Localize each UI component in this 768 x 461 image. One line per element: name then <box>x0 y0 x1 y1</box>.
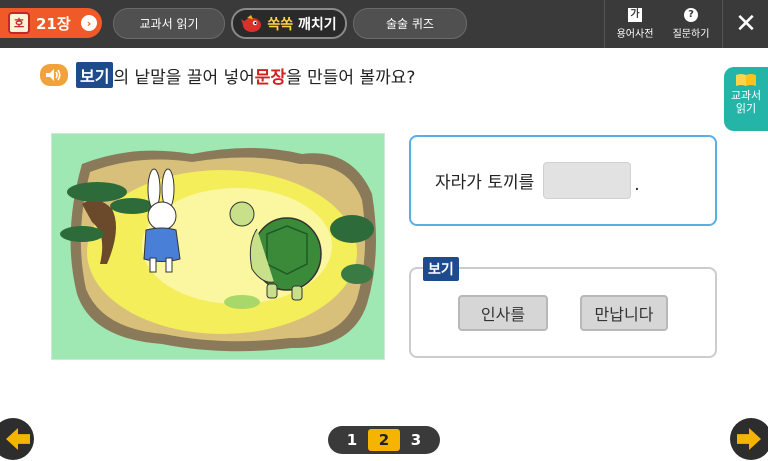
sentence-text: 자라가 토끼를 <box>435 173 535 193</box>
dictionary-label: 용어사전 <box>616 29 654 40</box>
tab-learn-label: 쏙쏙 깨치기 <box>267 14 336 34</box>
word-card-greeting[interactable]: 인사를 <box>458 295 548 331</box>
tab-quiz[interactable]: 술술 퀴즈 <box>353 8 467 39</box>
close-icon: ✕ <box>735 9 757 39</box>
arrow-left-icon <box>6 428 30 450</box>
book-icon <box>735 73 757 87</box>
chapter-label: 21장 <box>36 14 71 33</box>
side-tab-label-1: 교과서 <box>730 89 762 102</box>
answer-drop-zone[interactable] <box>543 162 632 199</box>
question-text-b: 을 만들어 볼까요? <box>286 67 416 88</box>
top-bar: 호 21장 › 교과서 읽기 쏙쏙 깨치기 술술 퀴즈 가 용어사전 ? 질문하 <box>0 0 768 48</box>
question-text-highlight: 문장 <box>254 67 287 88</box>
fish-mascot-icon <box>241 14 263 34</box>
dictionary-icon: 가 <box>628 8 642 22</box>
page-1[interactable]: 1 <box>336 429 368 451</box>
word-card-meet[interactable]: 만납니다 <box>580 295 668 331</box>
divider <box>604 0 605 48</box>
previous-button[interactable] <box>0 418 34 460</box>
tab-learn-label-highlight: 쏙쏙 <box>267 16 294 33</box>
tab-quiz-label: 술술 퀴즈 <box>386 17 434 31</box>
tab-textbook-reading-label: 교과서 읽기 <box>139 17 199 31</box>
example-reference-tag: 보기 <box>76 62 114 88</box>
question-icon: ? <box>684 8 698 22</box>
chevron-right-icon: › <box>81 15 97 31</box>
page-3[interactable]: 3 <box>400 429 432 451</box>
side-tab-textbook[interactable]: 교과서 읽기 <box>724 67 768 131</box>
question: 보기 의 낱말을 끌어 넣어 문장 을 만들어 볼까요? <box>40 62 415 88</box>
tab-learn[interactable]: 쏙쏙 깨치기 <box>231 8 347 39</box>
arrow-right-icon <box>737 428 761 450</box>
divider <box>722 0 723 48</box>
tab-learn-label-rest: 깨치기 <box>298 16 337 33</box>
side-tab-label-2: 읽기 <box>735 102 757 115</box>
tab-textbook-reading[interactable]: 교과서 읽기 <box>113 8 225 39</box>
close-button[interactable]: ✕ <box>726 4 766 44</box>
speaker-icon <box>46 69 61 81</box>
help-button[interactable]: ? 질문하기 <box>668 6 714 44</box>
help-label: 질문하기 <box>672 29 710 40</box>
question-text-a: 의 낱말을 끌어 넣어 <box>113 67 255 88</box>
dictionary-button[interactable]: 가 용어사전 <box>612 6 658 44</box>
sentence-card: 자라가 토끼를 . <box>409 135 717 226</box>
sentence-period: . <box>634 174 640 195</box>
example-tag: 보기 <box>423 257 459 281</box>
speaker-button[interactable] <box>40 64 68 86</box>
page-2-current[interactable]: 2 <box>368 429 400 451</box>
pagination: 1 2 3 <box>328 426 440 454</box>
story-illustration <box>51 133 385 360</box>
next-button[interactable] <box>730 418 768 460</box>
chapter-seal-icon: 호 <box>8 12 30 34</box>
chapter-badge[interactable]: 호 21장 › <box>0 8 102 38</box>
